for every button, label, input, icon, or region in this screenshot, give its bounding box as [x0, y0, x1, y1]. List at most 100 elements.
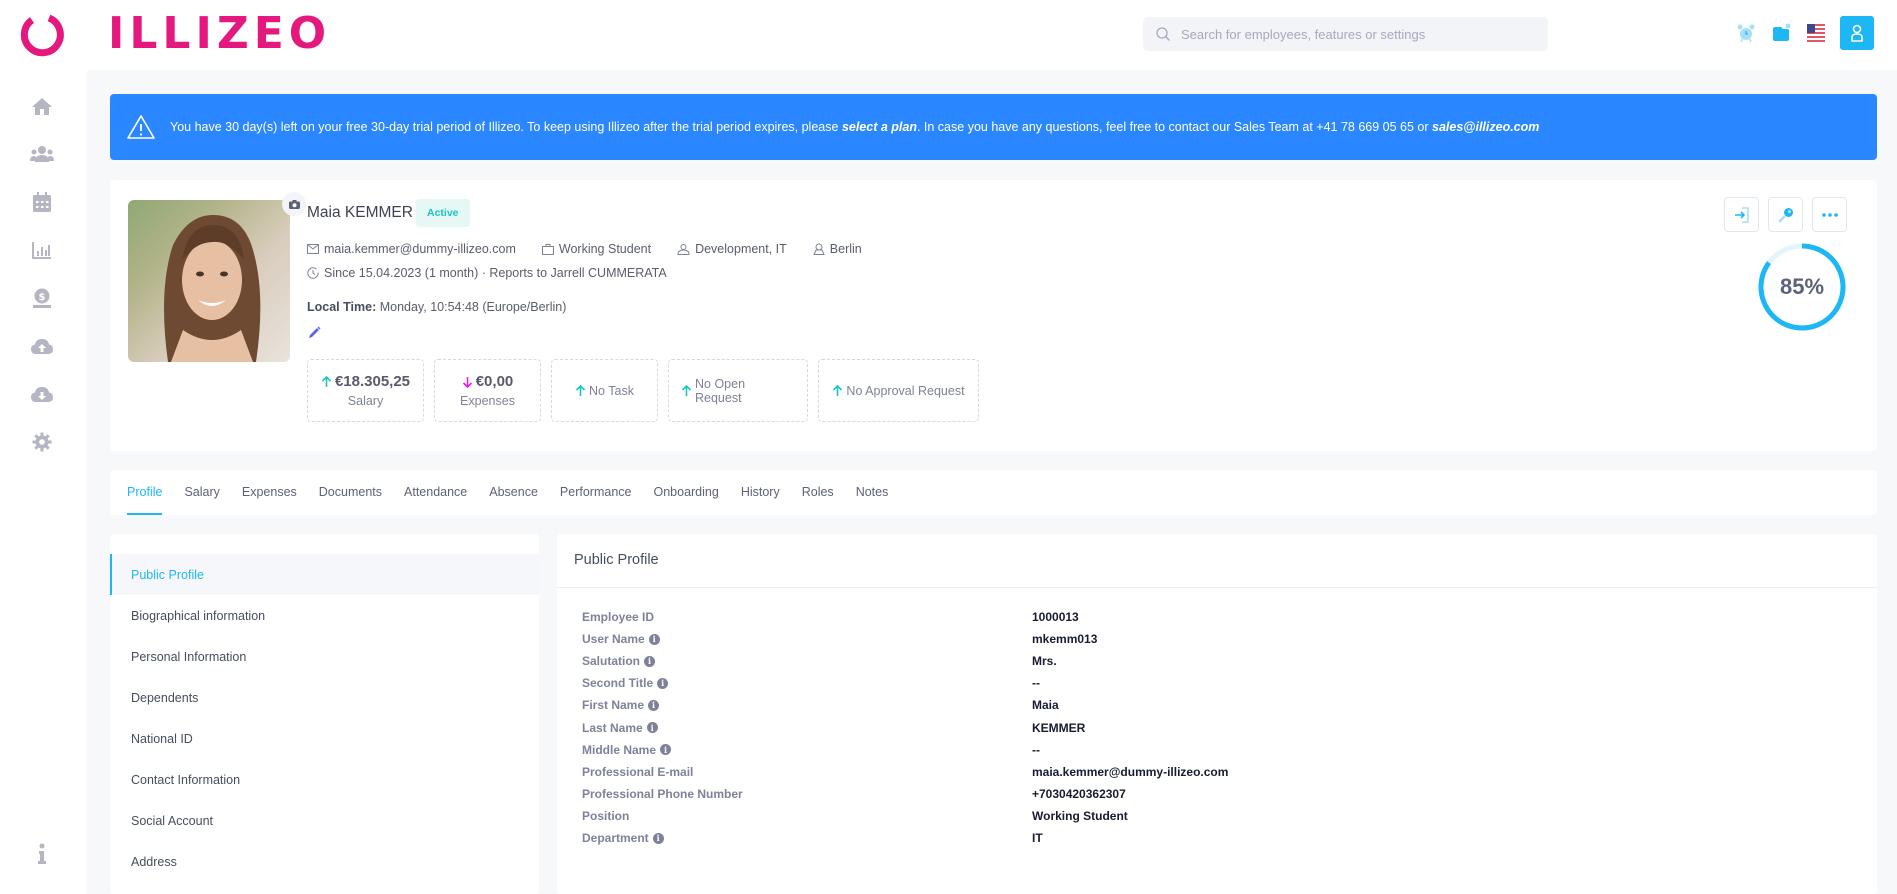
gear-icon — [32, 432, 52, 452]
salary-stat[interactable]: €18.305,25 Salary — [307, 359, 424, 422]
open-request-stat[interactable]: No Open Request — [668, 359, 808, 422]
employee-name: Maia KEMMER — [307, 204, 413, 221]
field-value: mkemm013 — [1032, 632, 1098, 647]
users-icon — [30, 146, 54, 162]
info-icon[interactable]: i — [652, 832, 664, 844]
tab-notes[interactable]: Notes — [856, 470, 889, 515]
field-label: Position — [582, 809, 1032, 823]
edit-button[interactable] — [308, 326, 321, 344]
user-icon — [1851, 24, 1863, 42]
more-dots-icon — [1821, 212, 1838, 217]
tab-absence[interactable]: Absence — [489, 470, 538, 515]
local-time: Local Time: Monday, 10:54:48 (Europe/Ber… — [307, 300, 567, 314]
more-actions-button[interactable] — [1812, 197, 1847, 232]
section-nav-item[interactable]: Personal Information — [110, 636, 539, 677]
field-row: Last Name i KEMMER — [582, 717, 1782, 739]
field-label: Department i — [582, 831, 1032, 845]
camera-icon — [288, 199, 300, 209]
public-profile-panel: Public Profile Employee ID 1000013 User Na… — [557, 534, 1877, 894]
tab-profile[interactable]: Profile — [127, 470, 163, 515]
section-nav-item[interactable]: National ID — [110, 718, 539, 759]
tab-attendance[interactable]: Attendance — [404, 470, 467, 515]
arrow-up-icon — [575, 384, 586, 396]
field-value: Working Student — [1032, 808, 1128, 823]
field-value: Mrs. — [1032, 654, 1057, 669]
search-icon — [1156, 27, 1170, 41]
field-label-text: Position — [582, 808, 630, 823]
change-photo-button[interactable] — [282, 192, 306, 216]
field-value: +7030420362307 — [1032, 786, 1126, 801]
field-label-text: Professional E-mail — [582, 764, 694, 779]
home-icon — [32, 98, 52, 115]
tab-performance[interactable]: Performance — [560, 470, 632, 515]
section-nav-item[interactable]: Biographical information — [110, 595, 539, 636]
approval-request-stat[interactable]: No Approval Request — [818, 359, 979, 422]
arrow-up-icon — [681, 384, 692, 396]
sign-in-icon — [1734, 206, 1749, 223]
logo-ring-icon[interactable] — [19, 12, 65, 58]
tab-expenses[interactable]: Expenses — [242, 470, 297, 515]
sales-email-link[interactable]: sales@illizeo.com — [1432, 120, 1539, 134]
sidebar-item-payroll[interactable]: $ — [28, 284, 56, 312]
info-icon[interactable]: i — [648, 699, 660, 711]
team-icon — [677, 243, 690, 255]
tab-onboarding[interactable]: Onboarding — [653, 470, 718, 515]
folder-notification-icon[interactable] — [1770, 22, 1792, 44]
section-nav-item[interactable]: Social Account — [110, 800, 539, 841]
field-value: 1000013 — [1032, 610, 1079, 624]
field-label-text: Middle Name — [582, 742, 657, 757]
tab-salary[interactable]: Salary — [184, 470, 219, 515]
calendar-icon — [33, 192, 51, 212]
field-value: -- — [1032, 676, 1040, 691]
info-icon — [38, 843, 46, 864]
info-icon[interactable]: i — [644, 655, 656, 667]
sidebar-item-download[interactable] — [28, 380, 56, 408]
trial-banner: You have 30 day(s) left on your free 30-… — [110, 94, 1877, 160]
email-meta[interactable]: maia.kemmer@dummy-illizeo.com — [307, 242, 516, 256]
tab-history[interactable]: History — [741, 470, 780, 515]
section-nav-item[interactable]: Dependents — [110, 677, 539, 718]
us-flag-icon[interactable] — [1805, 22, 1827, 44]
login-as-button[interactable] — [1724, 197, 1759, 232]
info-icon[interactable]: i — [648, 633, 660, 645]
sidebar-item-upload[interactable] — [28, 332, 56, 360]
field-label-text: Salutation — [582, 654, 641, 669]
field-label-text: Last Name — [582, 720, 643, 735]
task-stat[interactable]: No Task — [551, 359, 658, 422]
field-label: Salutation i — [582, 654, 1032, 668]
location-meta: Berlin — [813, 242, 862, 256]
sidebar-item-home[interactable] — [28, 92, 56, 120]
sidebar-item-calendar[interactable] — [28, 188, 56, 216]
section-nav: Public Profile Biographical information Pe… — [110, 534, 539, 894]
field-label: Employee ID — [582, 610, 1032, 624]
info-icon[interactable]: i — [657, 677, 669, 689]
info-icon[interactable]: i — [660, 744, 672, 756]
field-row: User Name i mkemm013 — [582, 628, 1782, 650]
search-input[interactable] — [1181, 26, 1541, 42]
field-label: Last Name i — [582, 721, 1032, 735]
sidebar-item-reports[interactable] — [28, 236, 56, 264]
arrow-up-icon — [833, 384, 843, 396]
field-row: Salutation i Mrs. — [582, 650, 1782, 672]
reset-password-button[interactable] — [1768, 197, 1803, 232]
logo-text[interactable]: ILLIZEO — [108, 10, 331, 58]
warning-icon — [127, 115, 155, 139]
section-nav-item[interactable]: Contact Information — [110, 759, 539, 800]
field-label-text: Employee ID — [582, 610, 655, 624]
department-meta: Development, IT — [677, 242, 787, 256]
alarm-clock-icon[interactable] — [1735, 22, 1757, 44]
sidebar-item-employees[interactable] — [28, 140, 56, 168]
info-icon[interactable]: i — [646, 722, 658, 733]
banner-text: You have 30 day(s) left on your free 30-… — [170, 120, 1540, 134]
user-menu-button[interactable] — [1840, 16, 1874, 50]
tab-roles[interactable]: Roles — [802, 470, 834, 515]
tab-documents[interactable]: Documents — [319, 470, 382, 515]
section-nav-item[interactable]: Public Profile — [110, 554, 539, 595]
field-row: Professional Phone Number +7030420362307 — [582, 783, 1782, 805]
section-nav-item[interactable]: Address — [110, 841, 539, 882]
sidebar-item-info[interactable] — [28, 840, 56, 868]
expenses-stat[interactable]: €0,00 Expenses — [434, 359, 541, 422]
sidebar-item-settings[interactable] — [28, 428, 56, 456]
select-plan-link[interactable]: select a plan — [842, 120, 917, 134]
search-bar[interactable] — [1143, 17, 1548, 51]
